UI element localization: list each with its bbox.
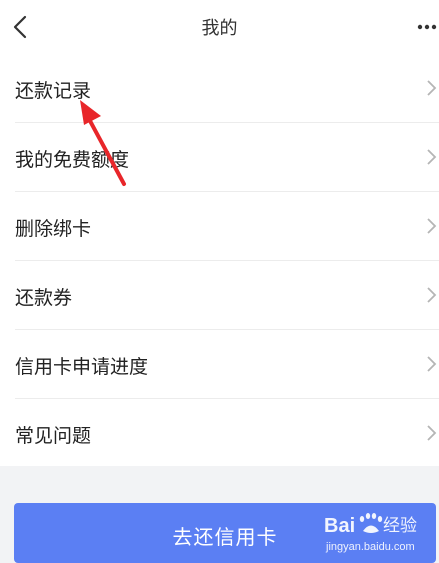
menu-item-label: 信用卡申请进度: [15, 356, 149, 378]
menu-item-delete-card[interactable]: 删除绑卡: [0, 192, 439, 261]
menu-item-card-application-progress[interactable]: 信用卡申请进度: [0, 330, 439, 399]
chevron-left-icon[interactable]: [6, 12, 36, 42]
chevron-right-icon: [427, 287, 437, 303]
menu-item-label: 我的免费额度: [15, 149, 130, 171]
menu-item-label: 还款券: [15, 287, 73, 309]
repay-credit-card-label: 去还信用卡: [172, 527, 278, 549]
menu-item-free-quota[interactable]: 我的免费额度: [0, 123, 439, 192]
chevron-right-icon: [427, 149, 437, 165]
nav-bar: 我的: [0, 0, 439, 54]
menu-item-label: 删除绑卡: [15, 218, 92, 240]
chevron-right-icon: [427, 356, 437, 372]
page-title: 我的: [201, 18, 238, 39]
more-dots-icon[interactable]: [415, 20, 439, 34]
chevron-right-icon: [427, 218, 437, 234]
menu-item-label: 还款记录: [15, 80, 92, 102]
menu-item-label: 常见问题: [15, 425, 92, 447]
menu-item-repayment-records[interactable]: 还款记录: [0, 54, 439, 123]
chevron-right-icon: [427, 425, 437, 441]
menu-item-repayment-coupon[interactable]: 还款券: [0, 261, 439, 330]
chevron-right-icon: [427, 80, 437, 96]
menu-item-faq[interactable]: 常见问题: [0, 399, 439, 468]
repay-credit-card-button[interactable]: 去还信用卡: [14, 503, 436, 563]
menu-list: 还款记录 我的免费额度 删除绑卡 还款券 信用卡申请进度 常见问题: [0, 54, 439, 466]
